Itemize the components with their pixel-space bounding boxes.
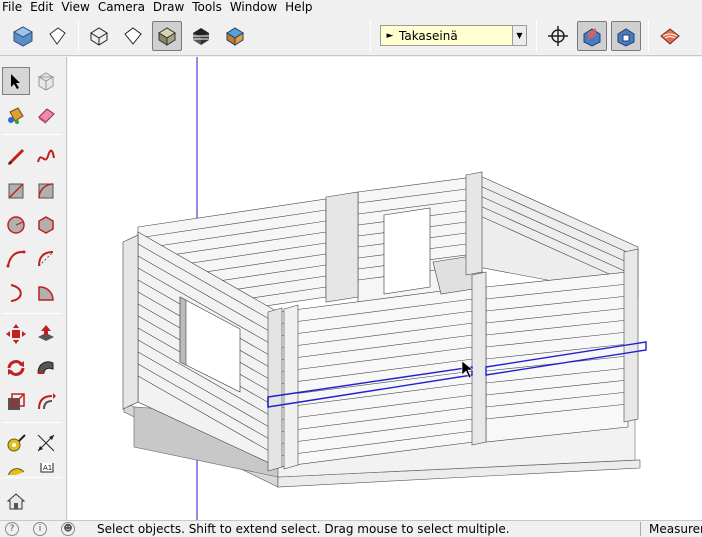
menu-help[interactable]: Help <box>283 0 318 14</box>
three-point-arc-tool[interactable] <box>2 279 30 307</box>
left-toolbar: A1 <box>0 57 67 520</box>
select-icon <box>11 74 20 89</box>
menu-tools[interactable]: Tools <box>190 0 228 14</box>
rotate-icon <box>7 360 25 376</box>
menu-draw[interactable]: Draw <box>151 0 190 14</box>
dimension-tool[interactable] <box>32 429 60 457</box>
menu-camera[interactable]: Camera <box>96 0 151 14</box>
circle-tool[interactable] <box>2 211 30 239</box>
push-pull-tool[interactable] <box>32 320 60 348</box>
freehand-tool[interactable] <box>32 143 60 171</box>
menu-bar: File Edit View Camera Draw Tools Window … <box>0 0 702 14</box>
shaded-style-icon <box>158 27 176 46</box>
two-point-arc-tool[interactable] <box>32 245 60 273</box>
two-point-arc-icon <box>38 251 54 267</box>
eraser-tool[interactable] <box>32 101 60 129</box>
eraser-icon <box>38 108 55 124</box>
polygon-icon <box>38 216 54 234</box>
monochrome-button[interactable] <box>186 21 216 51</box>
pointer-icon: ► <box>386 30 394 41</box>
measurements-label: Measurem <box>640 522 702 536</box>
xray-style-icon <box>90 27 108 46</box>
arc-tool[interactable] <box>2 245 30 273</box>
follow-me-icon <box>37 361 54 374</box>
menu-window[interactable]: Window <box>228 0 283 14</box>
svg-text:A1: A1 <box>43 464 52 472</box>
shaded-button[interactable] <box>152 21 182 51</box>
protractor-icon <box>7 468 25 475</box>
pencil-icon <box>7 148 25 166</box>
menu-view[interactable]: View <box>59 0 95 14</box>
user-icon[interactable]: ☻ <box>61 522 75 536</box>
select-tool[interactable] <box>2 67 30 95</box>
pie-tool[interactable] <box>32 279 60 307</box>
scale-tool[interactable] <box>2 388 30 416</box>
make-component-tool[interactable] <box>32 67 60 95</box>
push-pull-icon <box>38 325 54 341</box>
section-plane-button[interactable] <box>543 21 573 51</box>
model-canvas <box>122 57 647 520</box>
paint-bucket-icon <box>8 107 24 124</box>
sketchup-window: File Edit View Camera Draw Tools Window … <box>0 0 702 537</box>
dimension-icon <box>37 434 55 452</box>
credits-icon[interactable]: i <box>33 522 47 536</box>
section-cuts-icon <box>617 28 635 47</box>
circle-icon <box>7 216 25 234</box>
follow-me-tool[interactable] <box>32 354 60 382</box>
model-viewport[interactable] <box>68 57 702 520</box>
sandbox-button[interactable] <box>655 21 685 51</box>
make-component-icon <box>37 72 55 91</box>
paint-bucket-tool[interactable] <box>2 101 30 129</box>
tape-measure-tool[interactable] <box>2 429 30 457</box>
textured-style-icon <box>226 27 244 46</box>
rotate-tool[interactable] <box>2 354 30 382</box>
menu-file[interactable]: File <box>0 0 28 14</box>
tape-measure-icon <box>7 434 26 452</box>
warehouse-icon <box>6 493 26 510</box>
section-plane-icon <box>548 26 568 46</box>
status-message: Select objects. Shift to extend select. … <box>97 522 510 536</box>
wireframe-style-icon <box>49 27 66 45</box>
move-icon <box>6 324 26 344</box>
wireframe-button[interactable] <box>42 21 72 51</box>
rotated-rectangle-icon <box>38 183 54 199</box>
rectangle-tool[interactable] <box>2 177 30 205</box>
iso-view-icon <box>12 26 34 47</box>
layer-selector[interactable]: ► Takaseinä ▼ <box>380 25 527 46</box>
offset-icon <box>38 393 56 410</box>
hidden-line-style-icon <box>124 27 142 45</box>
rectangle-icon <box>8 183 24 199</box>
three-point-arc-icon <box>10 284 22 302</box>
move-tool[interactable] <box>2 320 30 348</box>
geo-location-icon[interactable]: ? <box>5 522 19 536</box>
polygon-tool[interactable] <box>32 211 60 239</box>
arc-icon <box>6 250 26 268</box>
pie-icon <box>38 286 54 301</box>
section-cuts-button[interactable] <box>611 21 641 51</box>
textured-button[interactable] <box>220 21 250 51</box>
hidden-line-button[interactable] <box>118 21 148 51</box>
top-toolbar: ► Takaseinä ▼ <box>0 14 702 56</box>
scale-icon <box>8 393 25 410</box>
warehouse-tool[interactable] <box>2 487 30 515</box>
text-tool[interactable]: A1 <box>32 463 60 475</box>
freehand-icon <box>37 149 55 163</box>
layer-name: Takaseinä <box>399 28 458 43</box>
xray-button[interactable] <box>84 21 114 51</box>
section-display-button[interactable] <box>577 21 607 51</box>
iso-view-button[interactable] <box>8 21 38 51</box>
rotated-rectangle-tool[interactable] <box>32 177 60 205</box>
protractor-tool[interactable] <box>2 463 30 475</box>
offset-tool[interactable] <box>32 388 60 416</box>
pencil-tool[interactable] <box>2 143 30 171</box>
sandbox-icon <box>660 28 680 45</box>
chevron-down-icon[interactable]: ▼ <box>512 26 526 45</box>
status-bar: ? i ☻ Select objects. Shift to extend se… <box>0 520 702 537</box>
text-icon: A1 <box>40 463 54 473</box>
section-display-icon <box>583 28 601 47</box>
monochrome-style-icon <box>193 28 209 45</box>
menu-edit[interactable]: Edit <box>28 0 59 14</box>
